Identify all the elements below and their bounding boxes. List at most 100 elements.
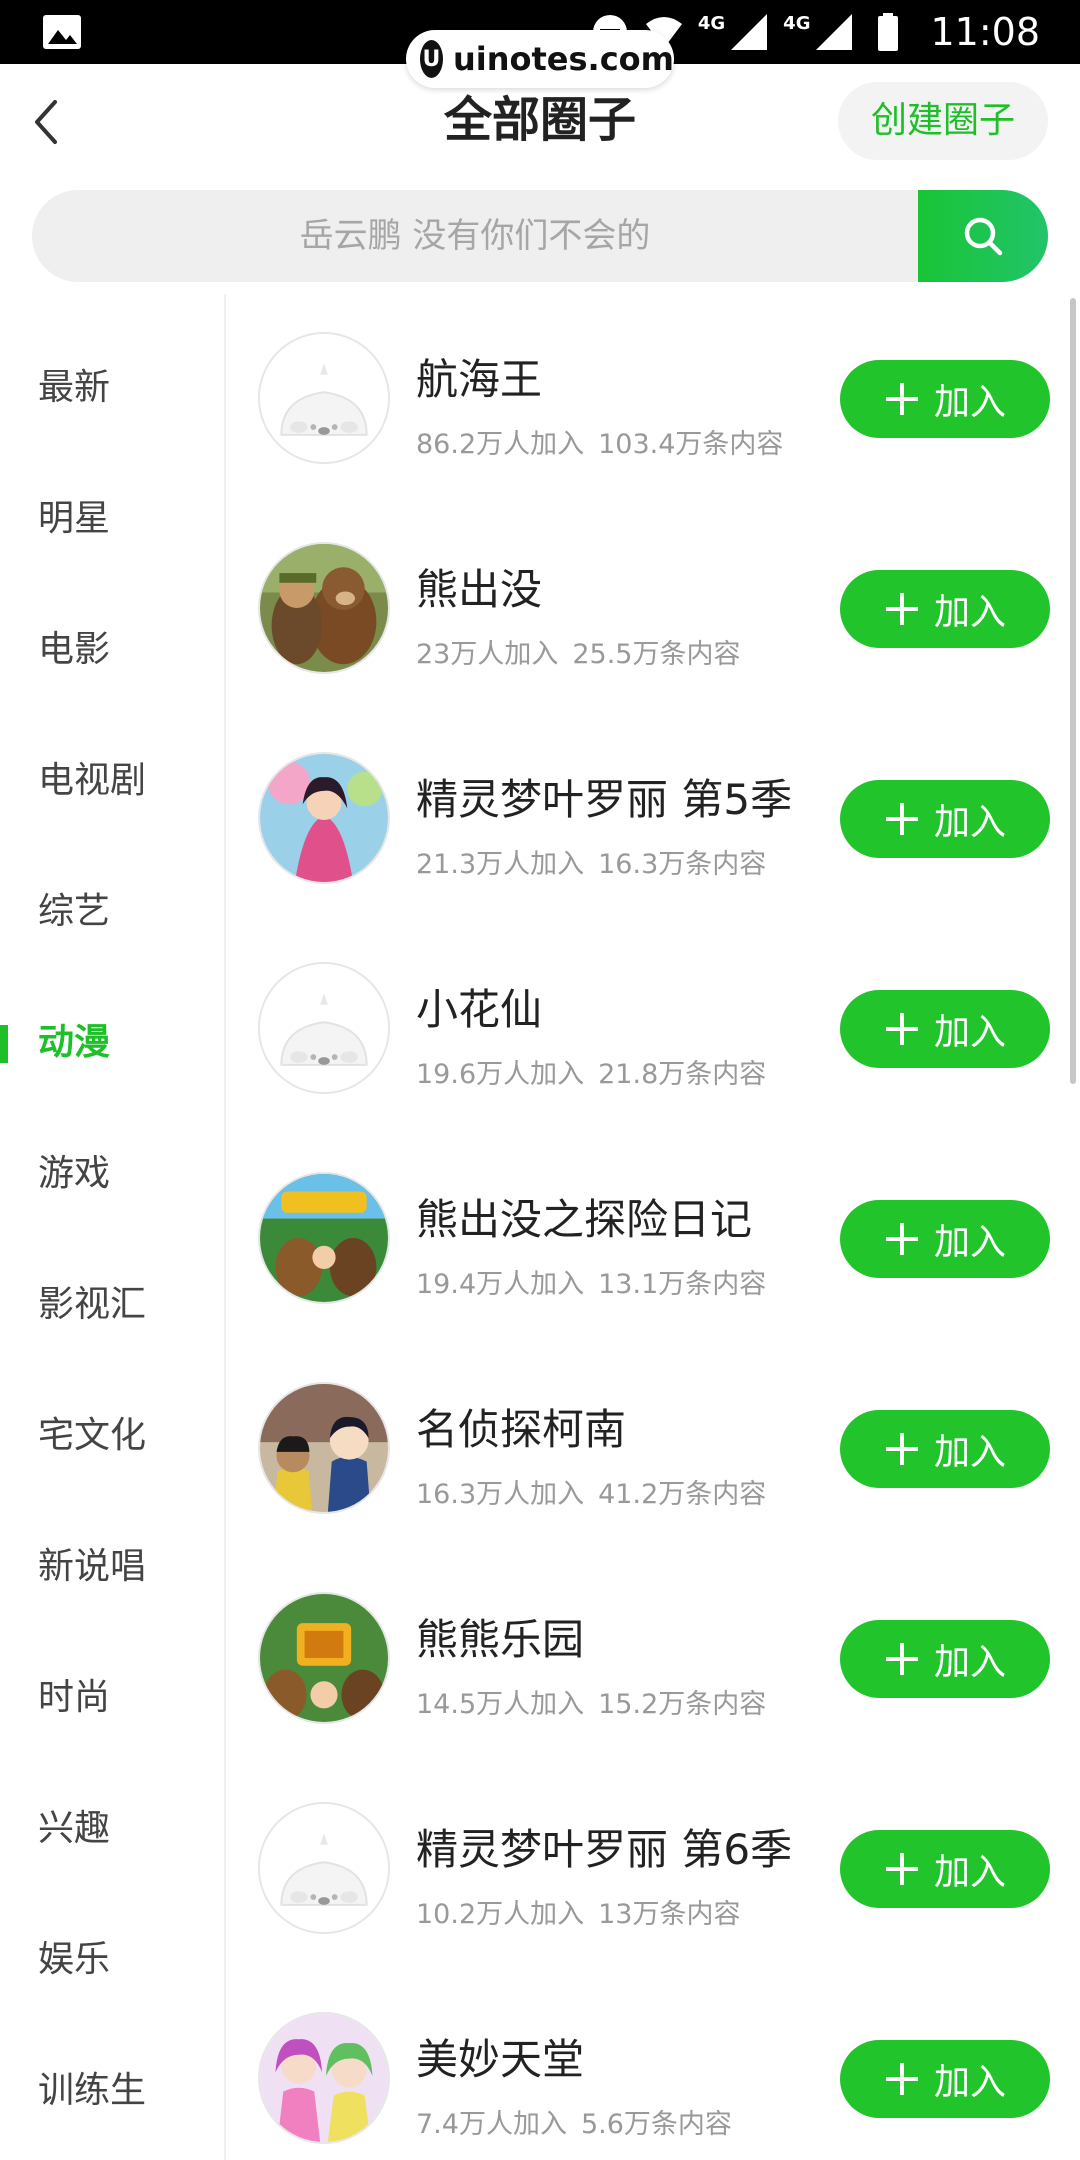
avatar-image	[258, 2012, 390, 2144]
avatar-placeholder	[258, 1802, 390, 1934]
sidebar-item-film-hub[interactable]: 影视汇	[0, 1265, 224, 1345]
join-button[interactable]: 加入	[840, 1200, 1050, 1278]
cell-signal-icon	[731, 14, 768, 50]
sidebar-item-latest[interactable]: 最新	[0, 348, 224, 428]
cell-signal-icon-2	[816, 14, 853, 50]
avatar-image	[258, 542, 390, 674]
join-button[interactable]: 加入	[840, 570, 1050, 648]
sidebar-item-trainees[interactable]: 训练生	[0, 2051, 224, 2131]
sidebar-item-variety[interactable]: 综艺	[0, 872, 224, 952]
join-label: 加入	[933, 1852, 1006, 1893]
join-button[interactable]: 加入	[840, 2040, 1050, 2118]
plus-icon	[885, 1853, 918, 1885]
post-count: 103.4万条内容	[598, 429, 784, 460]
list-item[interactable]: 熊出没之探险日记 19.4万人加入 13.1万条内容 加入	[226, 1134, 1066, 1344]
post-count: 25.5万条内容	[572, 639, 741, 670]
circle-stats: 7.4万人加入 5.6万条内容	[416, 2102, 732, 2141]
circle-stats: 14.5万人加入 15.2万条内容	[416, 1682, 766, 1721]
post-count: 41.2万条内容	[598, 1479, 767, 1510]
avatar-image	[258, 1382, 390, 1514]
join-button[interactable]: 加入	[840, 1620, 1050, 1698]
join-button[interactable]: 加入	[840, 1830, 1050, 1908]
circle-title: 熊出没之探险日记	[416, 1195, 753, 1244]
network-type-2: 4G	[783, 12, 811, 34]
seal-placeholder-icon	[260, 1804, 388, 1932]
watermark: U uinotes.com	[406, 30, 674, 88]
member-count: 14.5万人加入	[416, 1689, 585, 1720]
bears-adventure-image	[260, 1174, 388, 1302]
search-input[interactable]	[32, 190, 918, 282]
detective-boy-image	[260, 1384, 388, 1512]
join-button[interactable]: 加入	[840, 1410, 1050, 1488]
plus-icon	[885, 1643, 918, 1675]
screen: 4G 4G 11:08 U uinotes.com 全部圈子 创建圈子 岳云鹏 …	[0, 0, 1080, 2160]
join-label: 加入	[933, 1012, 1006, 1053]
sidebar-item-movies[interactable]: 电影	[0, 610, 224, 690]
chevron-left-icon	[35, 100, 57, 144]
bears-park-image	[260, 1594, 388, 1722]
list-item[interactable]: 美妙天堂 7.4万人加入 5.6万条内容 加入	[226, 1974, 1066, 2160]
plus-icon	[885, 593, 918, 625]
list-item[interactable]: 小花仙 19.6万人加入 21.8万条内容 加入	[226, 924, 1066, 1134]
circle-title: 小花仙	[416, 985, 543, 1034]
join-label: 加入	[933, 802, 1006, 843]
join-label: 加入	[933, 2062, 1006, 2103]
search-button[interactable]	[918, 190, 1048, 282]
list-item[interactable]: 精灵梦叶罗丽 第5季 21.3万人加入 16.3万条内容 加入	[226, 714, 1066, 924]
seal-placeholder-icon	[260, 964, 388, 1092]
watermark-text: uinotes.com	[452, 40, 674, 78]
sidebar-item-entertainment[interactable]: 娱乐	[0, 1920, 224, 2000]
avatar-placeholder	[258, 962, 390, 1094]
circle-title: 精灵梦叶罗丽 第6季	[416, 1825, 793, 1874]
sidebar-item-rap[interactable]: 新说唱	[0, 1527, 224, 1607]
join-label: 加入	[933, 592, 1006, 633]
circle-stats: 21.3万人加入 16.3万条内容	[416, 842, 766, 881]
post-count: 21.8万条内容	[598, 1059, 767, 1090]
sidebar-item-label: 动漫	[38, 1022, 111, 1063]
circle-title: 美妙天堂	[416, 2035, 585, 2084]
circle-stats: 10.2万人加入 13万条内容	[416, 1892, 740, 1931]
sidebar-item-fashion[interactable]: 时尚	[0, 1658, 224, 1738]
post-count: 13万条内容	[598, 1899, 741, 1930]
join-button[interactable]: 加入	[840, 780, 1050, 858]
plus-icon	[885, 803, 918, 835]
sidebar-item-anime[interactable]: 动漫	[0, 1003, 224, 1083]
member-count: 16.3万人加入	[416, 1479, 585, 1510]
join-button[interactable]: 加入	[840, 990, 1050, 1068]
circle-title: 名侦探柯南	[416, 1405, 627, 1454]
list-item[interactable]: 精灵梦叶罗丽 第6季 10.2万人加入 13万条内容 加入	[226, 1764, 1066, 1974]
list-item[interactable]: 名侦探柯南 16.3万人加入 41.2万条内容 加入	[226, 1344, 1066, 1554]
list-item[interactable]: 航海王 86.2万人加入 103.4万条内容 加入	[226, 294, 1066, 504]
post-count: 5.6万条内容	[580, 2109, 732, 2140]
category-sidebar: 最新 明星 电影 电视剧 综艺 动漫 游戏 影视汇 宅文化 新说唱 时尚 兴趣 …	[0, 294, 226, 2160]
sidebar-item-otaku[interactable]: 宅文化	[0, 1396, 224, 1476]
sidebar-item-games[interactable]: 游戏	[0, 1134, 224, 1214]
post-count: 15.2万条内容	[598, 1689, 767, 1720]
circle-title: 熊出没	[416, 565, 543, 614]
member-count: 21.3万人加入	[416, 849, 585, 880]
circle-title: 精灵梦叶罗丽 第5季	[416, 775, 793, 824]
list-item[interactable]: 熊熊乐园 14.5万人加入 15.2万条内容 加入	[226, 1554, 1066, 1764]
member-count: 19.4万人加入	[416, 1269, 585, 1300]
join-label: 加入	[933, 1222, 1006, 1263]
avatar-image	[258, 1172, 390, 1304]
sidebar-item-interests[interactable]: 兴趣	[0, 1789, 224, 1869]
back-button[interactable]	[24, 92, 68, 152]
scrollbar[interactable]	[1070, 298, 1076, 1084]
list-item[interactable]: 熊出没 23万人加入 25.5万条内容 加入	[226, 504, 1066, 714]
circle-stats: 86.2万人加入 103.4万条内容	[416, 422, 783, 461]
sidebar-item-tv-series[interactable]: 电视剧	[0, 741, 224, 821]
circle-stats: 19.4万人加入 13.1万条内容	[416, 1262, 766, 1301]
plus-icon	[885, 2063, 918, 2095]
post-count: 13.1万条内容	[598, 1269, 767, 1300]
search-bar	[32, 190, 1048, 282]
create-circle-button[interactable]: 创建圈子	[838, 82, 1048, 160]
plus-icon	[885, 1013, 918, 1045]
join-label: 加入	[933, 382, 1006, 423]
join-button[interactable]: 加入	[840, 360, 1050, 438]
circle-stats: 16.3万人加入 41.2万条内容	[416, 1472, 766, 1511]
join-label: 加入	[933, 1642, 1006, 1683]
member-count: 7.4万人加入	[416, 2109, 567, 2140]
sidebar-item-stars[interactable]: 明星	[0, 479, 224, 559]
member-count: 10.2万人加入	[416, 1899, 585, 1930]
